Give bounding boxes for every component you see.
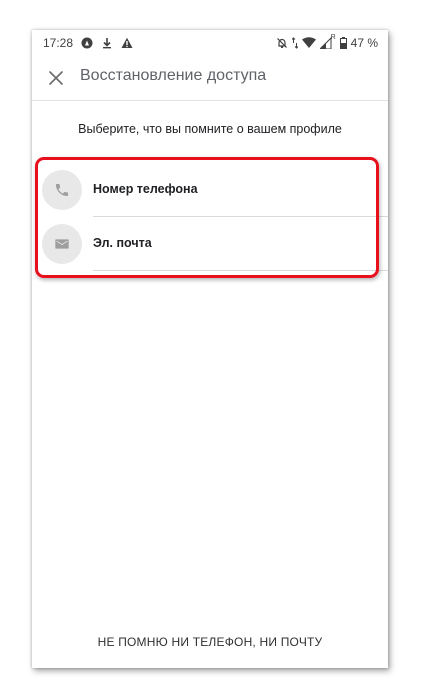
divider <box>93 270 388 271</box>
warning-icon <box>121 37 133 49</box>
screenshot-canvas: 17:28 R 47 % Восстановление доступа Выбе… <box>0 0 421 700</box>
recovery-options-list: Номер телефона Эл. почта <box>32 163 388 271</box>
option-email[interactable]: Эл. почта <box>32 217 388 271</box>
phone-icon-circle <box>42 170 82 210</box>
data-arrows-icon <box>291 37 298 49</box>
forgot-both-button[interactable]: НЕ ПОМНЮ НИ ТЕЛЕФОН, НИ ПОЧТУ <box>32 635 388 649</box>
phone-screen: 17:28 R 47 % Восстановление доступа Выбе… <box>32 30 388 668</box>
roaming-label: R <box>330 34 336 41</box>
assistant-icon <box>81 37 93 49</box>
battery-icon <box>339 37 347 49</box>
mail-icon-circle <box>42 224 82 264</box>
alarm-off-icon <box>276 37 288 49</box>
phone-icon <box>56 184 68 196</box>
battery-percent: 47 % <box>350 36 378 50</box>
wifi-icon <box>301 37 316 49</box>
mail-icon <box>55 239 69 249</box>
option-email-label: Эл. почта <box>93 236 152 250</box>
status-bar: 17:28 R 47 % <box>32 30 388 56</box>
app-bar: Восстановление доступа <box>32 56 388 101</box>
status-time: 17:28 <box>43 36 74 50</box>
status-left: 17:28 <box>43 36 133 50</box>
download-icon <box>101 37 113 49</box>
option-phone-label: Номер телефона <box>93 182 198 196</box>
option-phone-number[interactable]: Номер телефона <box>32 163 388 217</box>
status-right: R 47 % <box>276 34 378 50</box>
page-title: Восстановление доступа <box>80 67 267 84</box>
signal-icon: R <box>318 34 336 50</box>
prompt-text: Выберите, что вы помните о вашем профиле <box>78 122 342 136</box>
close-button[interactable] <box>46 68 66 88</box>
close-icon <box>49 71 63 85</box>
